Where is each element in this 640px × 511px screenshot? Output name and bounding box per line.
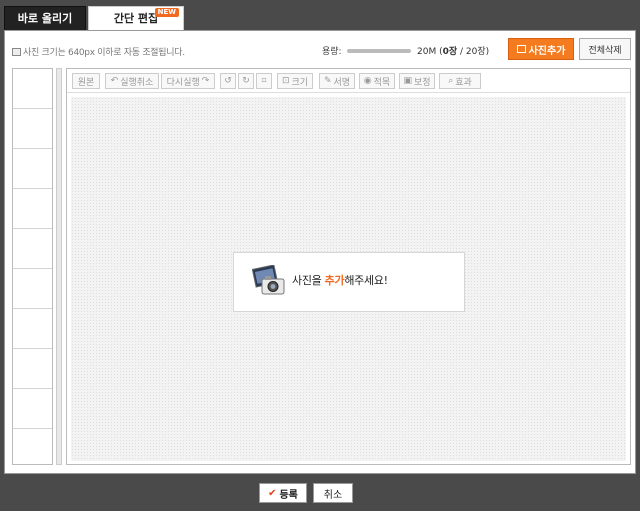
top-row: 사진 크기는 640px 이하로 자동 조절됩니다. 용량: 20M (0장 /… xyxy=(5,31,635,67)
redeye-label: 적목 xyxy=(373,77,391,88)
capacity-total: 20M xyxy=(417,47,437,57)
check-icon: ✔ xyxy=(268,487,277,499)
tab-direct-upload[interactable]: 바로 올리기 xyxy=(4,6,86,30)
thumbnail-slot[interactable] xyxy=(13,229,52,269)
thumbnail-list xyxy=(12,68,53,465)
effect-button[interactable]: ⌕ 효과 xyxy=(439,73,481,89)
thumbnail-scrollbar[interactable] xyxy=(56,68,62,465)
rotate-right-icon: ↻ xyxy=(242,76,250,86)
effect-label: 효과 xyxy=(455,77,472,88)
add-photo-prompt-text: 사진을 추가해주세요! xyxy=(292,272,388,288)
register-button[interactable]: ✔ 등록 xyxy=(259,483,307,503)
editor-panel: 사진 크기는 640px 이하로 자동 조절됩니다. 용량: 20M (0장 /… xyxy=(4,30,636,474)
crop-button[interactable]: ⌗ xyxy=(256,73,272,89)
add-photo-label: 사진추가 xyxy=(528,45,566,57)
eye-icon: ◉ xyxy=(363,76,372,86)
footer: ✔ 등록 취소 xyxy=(0,476,640,511)
thumbnail-slot[interactable] xyxy=(13,69,52,109)
new-badge: NEW xyxy=(154,8,179,17)
redo-label: 다시실행 xyxy=(166,77,200,88)
prompt-highlight: 추가 xyxy=(324,274,345,287)
adjust-icon: ▣ xyxy=(403,76,412,86)
rotate-left-button[interactable]: ↺ xyxy=(220,73,236,89)
edit-area: 원본 ↶ 실행취소 다시실행 ↷ ↺ ↻ ⌗ ⊡ 크기 ✎ 서명 ◉ 적목 ▣ … xyxy=(66,68,631,465)
rotate-right-button[interactable]: ↻ xyxy=(238,73,254,89)
redo-button[interactable]: 다시실행 ↷ xyxy=(161,73,215,89)
crop-icon: ⌗ xyxy=(261,76,267,86)
photo-add-icon xyxy=(516,45,526,53)
undo-button[interactable]: ↶ 실행취소 xyxy=(105,73,159,89)
capacity-count: 0장 xyxy=(442,47,458,57)
thumbnail-slot[interactable] xyxy=(13,149,52,189)
rotate-left-icon: ↺ xyxy=(224,76,232,86)
prompt-before: 사진을 xyxy=(292,274,325,287)
original-label: 원본 xyxy=(77,77,95,88)
edit-toolbar: 원본 ↶ 실행취소 다시실행 ↷ ↺ ↻ ⌗ ⊡ 크기 ✎ 서명 ◉ 적목 ▣ … xyxy=(67,69,630,93)
thumbnail-slot[interactable] xyxy=(13,189,52,229)
tab-simple-edit[interactable]: 간단 편집 NEW xyxy=(88,6,184,31)
tab-simple-edit-label: 간단 편집 xyxy=(113,12,159,25)
redo-icon: ↷ xyxy=(201,76,210,86)
thumbnail-slot[interactable] xyxy=(13,309,52,349)
delete-all-label: 전체삭제 xyxy=(588,45,622,56)
thumbnail-slot[interactable] xyxy=(13,269,52,309)
thumbnail-slot[interactable] xyxy=(13,349,52,389)
magnifier-icon: ⌕ xyxy=(448,76,454,86)
signature-label: 서명 xyxy=(333,77,351,88)
resize-label: 크기 xyxy=(291,77,309,88)
add-photo-button[interactable]: 사진추가 xyxy=(508,38,574,60)
register-label: 등록 xyxy=(279,489,298,501)
capacity-label: 용량: xyxy=(322,47,342,57)
delete-all-button[interactable]: 전체삭제 xyxy=(579,38,631,60)
resize-notice: 사진 크기는 640px 이하로 자동 조절됩니다. xyxy=(12,45,185,58)
capacity-value: 20M (0장 / 20장) xyxy=(417,44,489,57)
prompt-after: 해주세요! xyxy=(344,274,388,287)
pen-icon: ✎ xyxy=(323,76,332,86)
image-icon xyxy=(12,48,21,56)
thumbnail-slot[interactable] xyxy=(13,109,52,149)
capacity-count-suffix: / 20장) xyxy=(457,47,490,57)
original-button[interactable]: 원본 xyxy=(72,73,100,89)
resize-notice-text: 사진 크기는 640px 이하로 자동 조절됩니다. xyxy=(23,48,185,58)
thumbnail-slot[interactable] xyxy=(13,389,52,429)
resize-button[interactable]: ⊡ 크기 xyxy=(277,73,313,89)
capacity-bar xyxy=(347,49,411,53)
signature-button[interactable]: ✎ 서명 xyxy=(319,73,355,89)
resize-icon: ⊡ xyxy=(281,76,290,86)
cancel-label: 취소 xyxy=(323,489,343,501)
add-photo-prompt[interactable]: 사진을 추가해주세요! xyxy=(233,252,465,312)
correct-button[interactable]: ▣ 보정 xyxy=(399,73,435,89)
photo-canvas[interactable]: 사진을 추가해주세요! xyxy=(71,97,626,461)
undo-icon: ↶ xyxy=(110,76,119,86)
undo-label: 실행취소 xyxy=(120,77,154,88)
cancel-button[interactable]: 취소 xyxy=(313,483,353,503)
redeye-button[interactable]: ◉ 적목 xyxy=(359,73,395,89)
correct-label: 보정 xyxy=(413,77,431,88)
tab-direct-upload-label: 바로 올리기 xyxy=(17,12,73,25)
camera-photo-icon xyxy=(252,265,285,295)
thumbnail-slot[interactable] xyxy=(13,429,52,465)
